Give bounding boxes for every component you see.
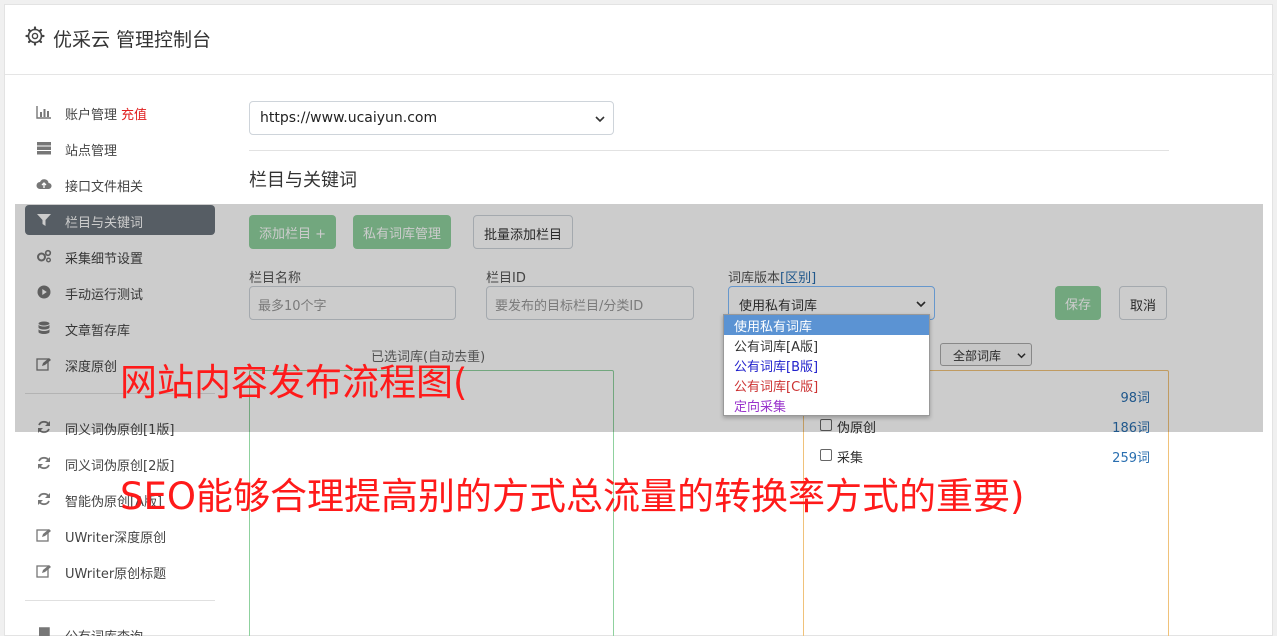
library-name: 采集 xyxy=(837,451,864,466)
header: 优采云 管理控制台 xyxy=(5,5,1274,75)
dropdown-option-public-a[interactable]: 公有词库[A版] xyxy=(724,335,929,355)
sidebar-item-uwriter-deep[interactable]: UWriter深度原创 xyxy=(25,520,215,550)
library-version-dropdown[interactable]: 使用私有词库 公有词库[A版] 公有词库[B版] 公有词库[C版] 定向采集 xyxy=(723,314,930,416)
dropdown-option-public-c[interactable]: 公有词库[C版] xyxy=(724,375,929,395)
chevron-down-icon xyxy=(595,116,605,123)
bar-chart-icon xyxy=(36,106,51,119)
sidebar-item-label: 账户管理 xyxy=(65,108,118,123)
library-checkbox[interactable] xyxy=(820,449,832,461)
section-divider xyxy=(249,150,1169,151)
dropdown-option-public-b[interactable]: 公有词库[B版] xyxy=(724,355,929,375)
sidebar-item-label: 接口文件相关 xyxy=(65,180,144,195)
sidebar-item-public-lib[interactable]: 公有词库查询 xyxy=(25,619,215,636)
sidebar-item-uwriter-title[interactable]: UWriter原创标题 xyxy=(25,556,215,586)
edit-icon xyxy=(36,529,51,542)
book-icon xyxy=(39,627,50,636)
dropdown-option-private[interactable]: 使用私有词库 xyxy=(724,315,929,335)
watermark-line-2: SEO能够合理提高别的方式总流量的转换率方式的重要) xyxy=(120,475,1025,518)
library-row[interactable]: 采集 259词 xyxy=(820,446,1150,466)
sidebar-item-label: UWriter深度原创 xyxy=(65,531,167,546)
library-count: 259词 xyxy=(1112,451,1150,466)
sidebar-item-sites[interactable]: 站点管理 xyxy=(25,133,215,163)
site-select[interactable]: https://www.ucaiyun.com xyxy=(249,101,614,135)
page-title: 优采云 管理控制台 xyxy=(53,29,212,51)
server-icon xyxy=(37,142,51,155)
dropdown-option-directed[interactable]: 定向采集 xyxy=(724,395,929,415)
refresh-icon xyxy=(38,456,50,470)
cloud-upload-icon xyxy=(36,179,52,190)
sidebar-divider xyxy=(25,600,215,601)
section-title: 栏目与关键词 xyxy=(249,170,357,191)
edit-icon xyxy=(36,565,51,578)
recharge-link[interactable]: 充值 xyxy=(121,108,147,123)
site-select-value: https://www.ucaiyun.com xyxy=(260,110,438,126)
watermark-line-1: 网站内容发布流程图( xyxy=(120,361,468,404)
gear-icon xyxy=(25,26,45,46)
refresh-icon xyxy=(38,492,50,506)
sidebar-item-label: 公有词库查询 xyxy=(65,626,143,636)
sidebar-item-account[interactable]: 账户管理 充值 xyxy=(25,97,215,127)
sidebar-item-label: 站点管理 xyxy=(65,144,118,159)
sidebar-item-interface[interactable]: 接口文件相关 xyxy=(25,169,215,199)
sidebar-item-label: UWriter原创标题 xyxy=(65,567,167,582)
